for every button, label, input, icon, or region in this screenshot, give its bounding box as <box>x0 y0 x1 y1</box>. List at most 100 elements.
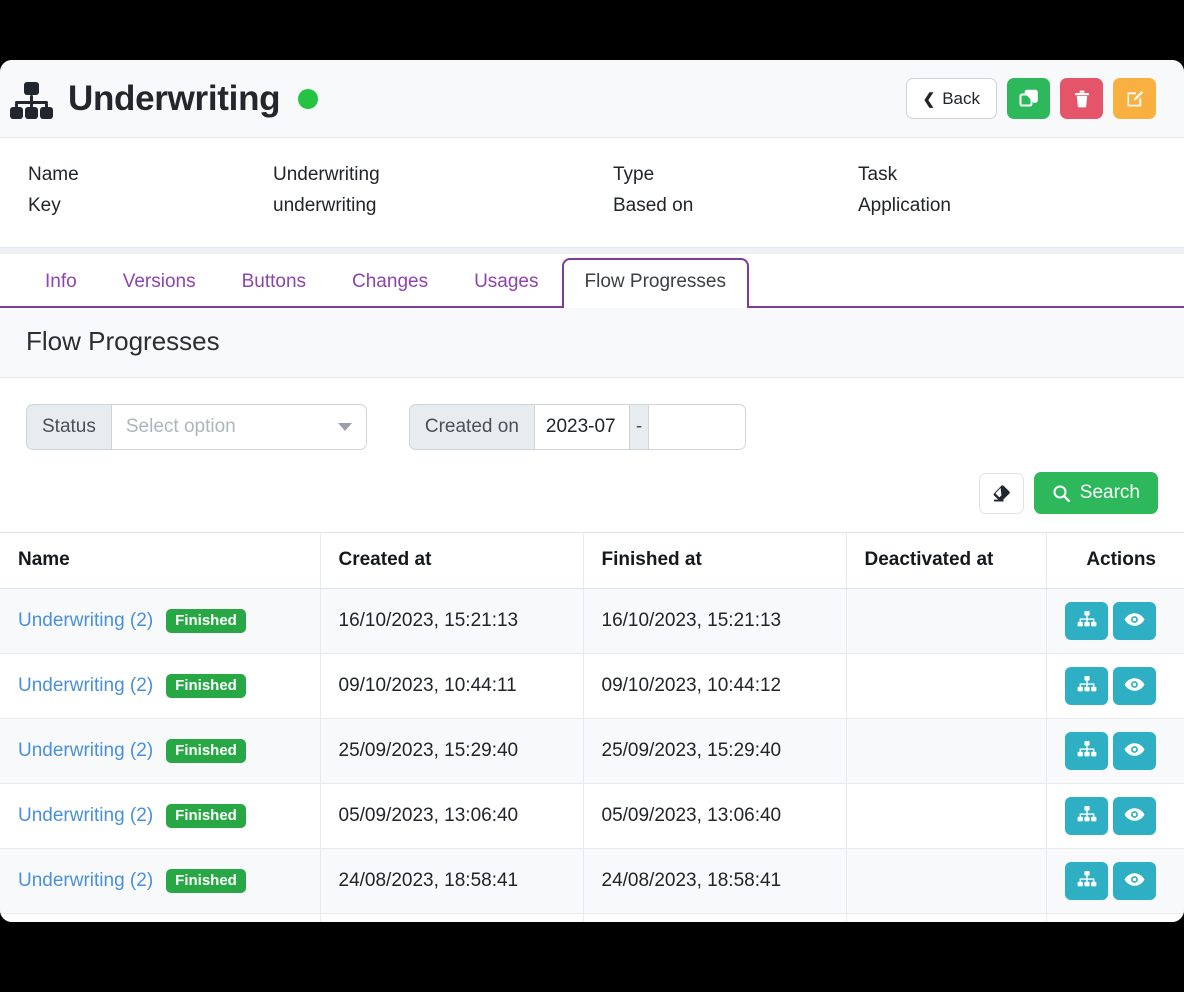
flow-progress-link[interactable]: Underwriting (2) <box>18 610 153 632</box>
cell-deactivated-at <box>846 913 1047 922</box>
view-diagram-button[interactable] <box>1065 862 1108 900</box>
sitemap-icon <box>1077 870 1097 892</box>
filter-bar: Status Select option Created on 2023-07 … <box>0 378 1184 450</box>
header-actions: ❮ Back <box>905 78 1156 119</box>
flow-progresses-table: Name Created at Finished at Deactivated … <box>0 532 1184 922</box>
table-row: Underwriting (2)Finished10/08/2023, 14:1… <box>0 913 1184 922</box>
sitemap-icon <box>1077 740 1097 762</box>
view-details-button[interactable] <box>1113 602 1156 640</box>
view-details-button[interactable] <box>1113 667 1156 705</box>
table-header-row: Name Created at Finished at Deactivated … <box>0 532 1184 589</box>
cell-finished-at: 25/09/2023, 15:29:40 <box>583 718 847 784</box>
back-button[interactable]: ❮ Back <box>905 78 997 119</box>
cell-created-at: 10/08/2023, 14:14:17 <box>320 913 584 922</box>
cell-actions <box>1046 783 1184 849</box>
status-select-placeholder: Select option <box>125 416 236 437</box>
search-button[interactable]: Search <box>1033 472 1158 514</box>
cell-deactivated-at <box>846 588 1047 654</box>
cell-finished-at: 09/10/2023, 10:44:12 <box>583 653 847 719</box>
created-to-input[interactable] <box>648 404 747 450</box>
flow-progress-link[interactable]: Underwriting (2) <box>18 870 153 892</box>
cell-actions <box>1046 848 1184 914</box>
filter-actions: Search <box>0 450 1184 532</box>
cell-name: Underwriting (2) Finished <box>0 783 321 849</box>
view-details-button[interactable] <box>1113 797 1156 835</box>
cell-actions <box>1046 718 1184 784</box>
info-type-value: Task <box>858 164 898 185</box>
cell-deactivated-at <box>846 718 1047 784</box>
status-badge: Finished <box>166 608 246 634</box>
chevron-left-icon: ❮ <box>922 90 936 108</box>
app-header: Underwriting ❮ Back <box>0 60 1184 138</box>
view-diagram-button[interactable] <box>1065 602 1108 640</box>
flow-progress-link[interactable]: Underwriting (2) <box>18 675 153 697</box>
cell-created-at: 05/09/2023, 13:06:40 <box>320 783 584 849</box>
cell-finished-at: 05/09/2023, 13:06:40 <box>583 783 847 849</box>
chevron-down-icon <box>337 423 352 431</box>
status-indicator-dot <box>298 88 319 109</box>
created-from-input[interactable]: 2023-07 <box>533 404 630 450</box>
range-separator: - <box>629 404 649 450</box>
tab-bar: Info Versions Buttons Changes Usages Flo… <box>0 254 1184 308</box>
table-row: Underwriting (2) Finished 25/09/2023, 15:2… <box>0 718 1184 784</box>
cell-created-at: 09/10/2023, 10:44:11 <box>320 653 584 719</box>
flow-progress-link[interactable]: Underwriting (2) <box>18 805 153 827</box>
column-header-deactivated-at: Deactivated at <box>846 532 1047 589</box>
copy-icon <box>1019 89 1038 106</box>
info-strip: Name Underwriting Type Task Key underwri… <box>0 138 1184 248</box>
tab-buttons[interactable]: Buttons <box>219 258 329 306</box>
info-key-value: underwriting <box>273 195 377 216</box>
created-on-label: Created on <box>408 404 534 450</box>
column-header-actions: Actions <box>1046 532 1184 589</box>
tab-flow-progresses[interactable]: Flow Progresses <box>561 258 749 308</box>
cell-actions <box>1046 653 1184 719</box>
cell-deactivated-at <box>846 653 1047 719</box>
search-button-label: Search <box>1079 482 1140 503</box>
edit-pencil-icon <box>1127 90 1143 106</box>
status-badge: Finished <box>166 868 246 894</box>
cell-deactivated-at <box>846 783 1047 849</box>
eye-icon <box>1124 742 1145 760</box>
status-filter: Status Select option <box>26 404 367 450</box>
sitemap-icon <box>10 81 54 119</box>
tab-changes[interactable]: Changes <box>329 258 451 306</box>
table-row: Underwriting (2) Finished 24/08/2023, 18:5… <box>0 848 1184 914</box>
table-row: Underwriting (2) Finished 09/10/2023, 10:4… <box>0 653 1184 719</box>
title-group: Underwriting <box>10 79 906 119</box>
status-select[interactable]: Select option <box>110 404 367 450</box>
info-name-label: Name <box>28 164 79 185</box>
duplicate-button[interactable] <box>1007 78 1050 119</box>
eye-icon <box>1124 677 1145 695</box>
eye-icon <box>1124 612 1145 630</box>
info-name-value: Underwriting <box>273 164 380 185</box>
tab-usages[interactable]: Usages <box>451 258 561 306</box>
view-details-button[interactable] <box>1113 862 1156 900</box>
tab-info[interactable]: Info <box>22 258 100 306</box>
tab-versions[interactable]: Versions <box>100 258 219 306</box>
view-details-button[interactable] <box>1113 732 1156 770</box>
sitemap-icon <box>1077 805 1097 827</box>
cell-name: Underwriting (2) Finished <box>0 588 321 654</box>
info-type-label: Type <box>613 164 655 185</box>
search-icon <box>1053 484 1070 502</box>
edit-button[interactable] <box>1113 78 1156 119</box>
eye-icon <box>1124 807 1145 825</box>
app-card: Underwriting ❮ Back Name Underwriting Ty… <box>0 60 1184 922</box>
info-strip-wrapper: Name Underwriting Type Task Key underwri… <box>0 138 1184 254</box>
cell-actions <box>1046 913 1184 922</box>
column-header-name: Name <box>0 532 321 589</box>
view-diagram-button[interactable] <box>1065 667 1108 705</box>
page-title: Underwriting <box>68 78 281 118</box>
status-filter-label: Status <box>26 404 111 450</box>
clear-filters-button[interactable] <box>978 472 1024 514</box>
flow-progress-link[interactable]: Underwriting (2) <box>18 740 153 762</box>
delete-button[interactable] <box>1060 78 1103 119</box>
view-diagram-button[interactable] <box>1065 732 1108 770</box>
cell-deactivated-at <box>846 848 1047 914</box>
info-based-on-value: Application <box>858 195 951 216</box>
view-diagram-button[interactable] <box>1065 797 1108 835</box>
cell-finished-at: 10/08/2023, 14:14:18 <box>583 913 847 922</box>
info-based-on-label: Based on <box>613 195 694 216</box>
cell-actions <box>1046 588 1184 654</box>
cell-name: Underwriting (2) Finished <box>0 848 321 914</box>
